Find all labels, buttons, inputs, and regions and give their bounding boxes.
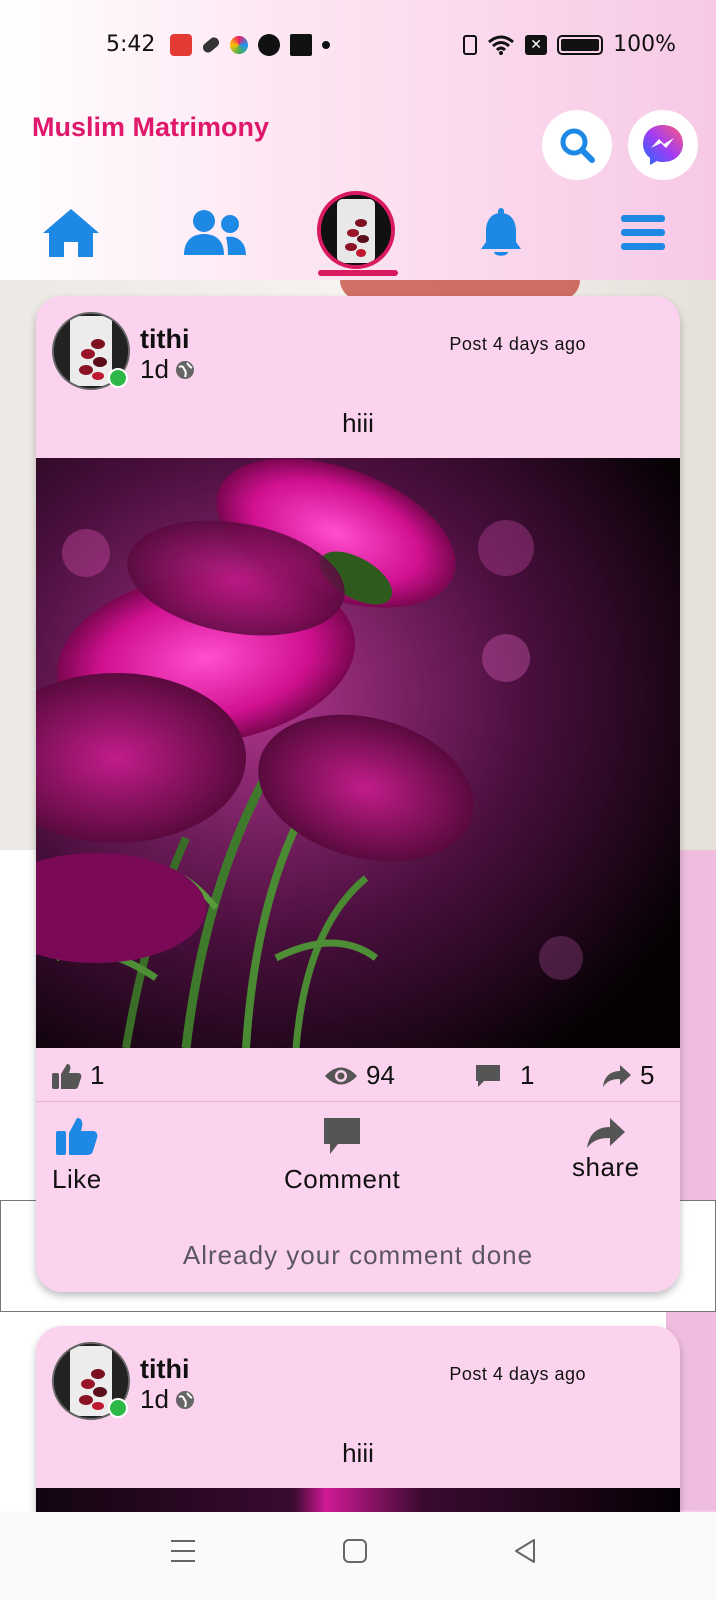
post-image[interactable] bbox=[36, 1488, 680, 1512]
battery-icon bbox=[557, 34, 604, 55]
online-status-dot bbox=[108, 1398, 128, 1418]
search-icon bbox=[560, 128, 595, 163]
thumbs-up-icon bbox=[52, 1063, 82, 1089]
comments-count-value: 1 bbox=[520, 1060, 535, 1090]
comment-status-text: Already your comment done bbox=[182, 1240, 534, 1270]
wifi-icon bbox=[488, 35, 515, 55]
like-label: Like bbox=[52, 1164, 102, 1194]
comments-count: 1 bbox=[474, 1060, 534, 1091]
dot-icon bbox=[322, 41, 330, 49]
status-time: 5:42 bbox=[106, 32, 156, 57]
share-button[interactable]: share bbox=[572, 1116, 640, 1183]
post-age: 1d bbox=[140, 354, 195, 385]
pinterest-icon bbox=[258, 34, 280, 56]
views-count-value: 94 bbox=[366, 1060, 395, 1090]
like-button[interactable]: Like bbox=[52, 1116, 102, 1195]
post-age: 1d bbox=[140, 1384, 195, 1415]
post-author-name[interactable]: tithi bbox=[140, 324, 189, 355]
post-text: hiii bbox=[342, 408, 374, 438]
nav-profile[interactable] bbox=[316, 190, 396, 270]
pill-notification-icon bbox=[200, 35, 222, 55]
system-navigation-bar bbox=[0, 1512, 716, 1600]
post-header: tithi 1d Post 4 days ago hiii bbox=[36, 1326, 680, 1488]
eye-icon bbox=[325, 1067, 357, 1084]
main-nav bbox=[0, 188, 716, 276]
likes-count: 1 bbox=[52, 1060, 104, 1091]
search-button[interactable] bbox=[542, 110, 612, 180]
post-card: tithi 1d Post 4 days ago hiii bbox=[36, 296, 680, 1292]
home-icon bbox=[43, 209, 99, 257]
post-time: Post 4 days ago bbox=[449, 1364, 586, 1384]
app-header: Muslim Matrimony bbox=[0, 92, 716, 276]
nav-home[interactable] bbox=[36, 198, 106, 268]
post-header: tithi 1d Post 4 days ago hiii bbox=[36, 296, 680, 458]
comment-button[interactable]: Comment bbox=[284, 1116, 400, 1195]
messenger-icon bbox=[643, 125, 683, 165]
post-age-label: 1d bbox=[140, 354, 169, 384]
profile-avatar bbox=[317, 191, 395, 269]
nav-notifications[interactable] bbox=[466, 198, 536, 268]
shares-count: 5 bbox=[602, 1060, 654, 1091]
comment-icon bbox=[324, 1118, 361, 1154]
status-bar: 5:42 ✕ 100% bbox=[0, 0, 716, 92]
post-card: tithi 1d Post 4 days ago hiii bbox=[36, 1326, 680, 1512]
views-count: 94 bbox=[324, 1060, 395, 1091]
online-status-dot bbox=[108, 368, 128, 388]
share-arrow-icon bbox=[603, 1064, 631, 1087]
post-stats: 1 94 1 5 bbox=[36, 1048, 680, 1102]
post-text: hiii bbox=[342, 1438, 374, 1468]
comment-label: Comment bbox=[284, 1164, 401, 1194]
like-icon bbox=[55, 1118, 98, 1155]
vibrate-icon bbox=[463, 34, 478, 55]
battery-level: 100% bbox=[613, 32, 676, 57]
home-button[interactable] bbox=[342, 1538, 368, 1564]
sim-x-icon: ✕ bbox=[525, 34, 548, 55]
recent-apps-button[interactable] bbox=[170, 1538, 196, 1564]
messenger-button[interactable] bbox=[628, 110, 698, 180]
post-actions: Like Comment share Already your comment … bbox=[36, 1102, 680, 1292]
post-image[interactable] bbox=[36, 458, 680, 1048]
globe-icon bbox=[175, 360, 194, 379]
menu-icon bbox=[621, 215, 665, 250]
friends-icon bbox=[184, 210, 246, 255]
bell-icon bbox=[481, 208, 521, 256]
nav-friends[interactable] bbox=[178, 198, 250, 268]
post-age-label: 1d bbox=[140, 1384, 169, 1414]
app-notification-icon bbox=[170, 34, 192, 56]
share-icon bbox=[586, 1118, 625, 1148]
likes-count-value: 1 bbox=[90, 1060, 105, 1090]
back-button[interactable] bbox=[512, 1538, 538, 1564]
book-icon bbox=[290, 34, 312, 56]
nav-active-indicator bbox=[318, 270, 398, 276]
flower-photo bbox=[36, 458, 680, 1048]
post-time: Post 4 days ago bbox=[449, 334, 586, 354]
share-label: share bbox=[572, 1152, 640, 1182]
colorful-app-icon bbox=[230, 36, 248, 54]
nav-menu[interactable] bbox=[608, 198, 678, 268]
app-title: Muslim Matrimony bbox=[32, 112, 270, 142]
post-author-name[interactable]: tithi bbox=[140, 1354, 189, 1385]
shares-count-value: 5 bbox=[640, 1060, 655, 1090]
system-status: ✕ 100% bbox=[463, 32, 676, 57]
profile-avatar-image bbox=[321, 195, 391, 265]
comment-bubble-icon bbox=[476, 1064, 500, 1087]
globe-icon bbox=[175, 1390, 194, 1409]
notification-icons bbox=[170, 34, 330, 56]
